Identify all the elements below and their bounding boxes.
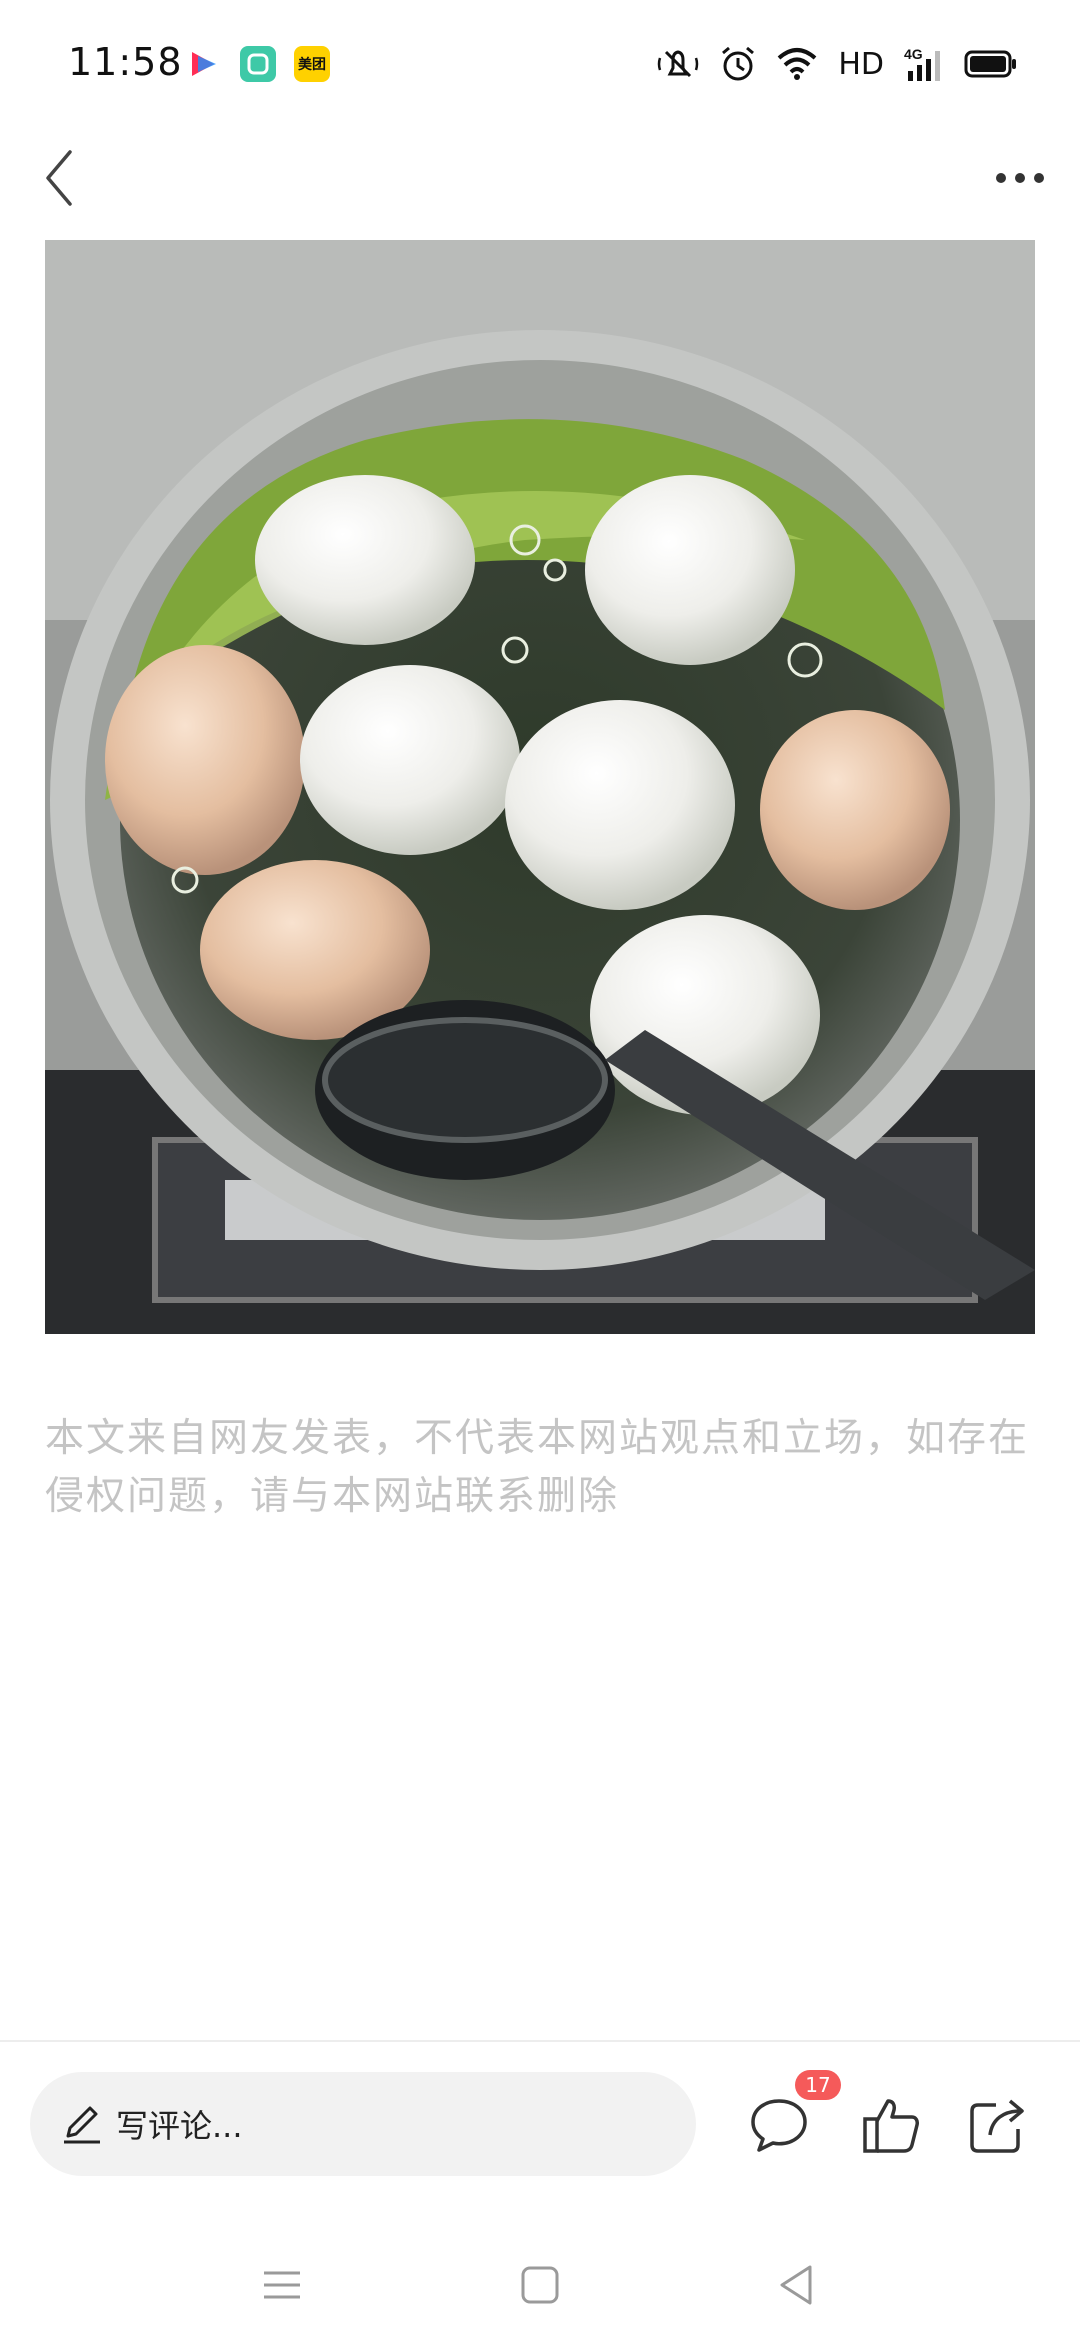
chevron-left-icon (46, 150, 72, 206)
alarm-icon (722, 46, 755, 81)
comment-count-badge: 17 (795, 2070, 841, 2100)
pen-icon (64, 2106, 100, 2144)
home-button[interactable] (500, 2250, 580, 2320)
signal-4g-icon: 4G (904, 46, 940, 81)
status-bar: 11:58 美团 HD 4G (0, 0, 1080, 130)
wifi-icon (778, 48, 817, 80)
battery-icon (964, 50, 1016, 78)
menu-lines-icon (264, 2271, 300, 2299)
more-dot (1034, 173, 1044, 183)
share-button[interactable] (962, 2090, 1032, 2160)
eggs-boiling-in-pot-photo[interactable] (45, 240, 1035, 1334)
green-app-icon (240, 46, 276, 82)
system-indicators: HD 4G (656, 44, 1018, 84)
article-disclaimer: 本文来自网友发表，不代表本网站观点和立场，如存在侵权问题，请与本网站联系删除 (45, 1416, 1030, 1519)
mute-icon (658, 50, 699, 78)
home-square-icon (521, 2266, 559, 2304)
more-dot (1015, 173, 1025, 183)
system-navigation-bar (0, 2240, 1080, 2340)
svg-text:4G: 4G (904, 46, 923, 62)
thumbs-up-icon (863, 2099, 919, 2153)
triangle-back-icon (780, 2265, 812, 2305)
more-dots-icon (996, 173, 1006, 183)
like-button[interactable] (856, 2090, 926, 2160)
write-comment-input[interactable]: 写评论... (30, 2072, 696, 2176)
meituan-app-icon: 美团 (294, 46, 330, 82)
video-app-icon (186, 46, 222, 82)
top-nav-bar (0, 130, 1080, 240)
comments-button[interactable] (744, 2090, 814, 2160)
back-button[interactable] (24, 138, 94, 218)
bottom-bar-divider (0, 2040, 1080, 2042)
recent-apps-button[interactable] (242, 2250, 322, 2320)
comment-bubble-icon (751, 2099, 807, 2152)
network-label: HD (838, 46, 884, 82)
comment-placeholder: 写评论... (116, 2107, 243, 2145)
share-icon (970, 2099, 1024, 2153)
notification-icons: 美团 (186, 46, 330, 82)
more-options-button[interactable] (980, 148, 1060, 208)
status-time: 11:58 (68, 40, 183, 84)
system-back-button[interactable] (756, 2250, 836, 2320)
